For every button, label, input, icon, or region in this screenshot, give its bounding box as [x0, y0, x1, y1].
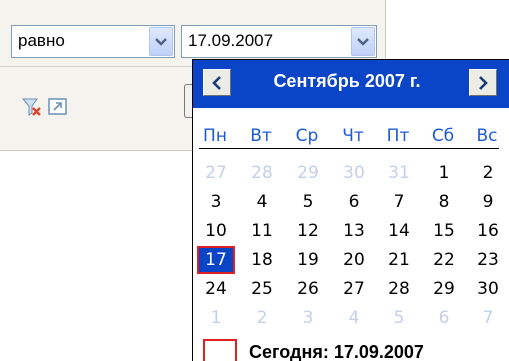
day-cell[interactable]: 6 [335, 188, 373, 216]
operator-dropdown-button[interactable] [149, 27, 173, 56]
chevron-down-icon [357, 38, 369, 46]
calendar-popup: Сентябрь 2007 г. Пн Вт Ср Чт Пт Сб Вс 27 28 29 30… [192, 59, 509, 361]
day-cell[interactable]: 2 [243, 304, 281, 332]
weekday-label: Пт [386, 126, 410, 146]
today-link[interactable]: Сегодня: 17.09.2007 [249, 342, 424, 361]
day-cell[interactable]: 8 [425, 188, 463, 216]
day-cell[interactable]: 13 [335, 217, 373, 245]
day-cell[interactable]: 3 [289, 304, 327, 332]
day-cell[interactable]: 27 [335, 275, 373, 303]
day-cell[interactable]: 7 [469, 304, 507, 332]
day-cell[interactable]: 30 [469, 275, 507, 303]
day-cell[interactable]: 6 [425, 304, 463, 332]
day-cell[interactable]: 1 [197, 304, 235, 332]
month-title: Сентябрь 2007 г. [273, 71, 421, 91]
day-cell[interactable]: 4 [243, 188, 281, 216]
day-cell[interactable]: 29 [425, 275, 463, 303]
expand-arrow-icon [48, 98, 67, 115]
day-cell[interactable]: 28 [380, 275, 418, 303]
funnel-clear-icon [21, 98, 41, 116]
day-cell[interactable]: 21 [380, 246, 418, 274]
day-cell[interactable]: 18 [243, 246, 281, 274]
day-cell[interactable]: 15 [425, 217, 463, 245]
day-cell[interactable]: 29 [289, 159, 327, 187]
next-month-button[interactable] [469, 69, 497, 96]
weekday-label: Сб [431, 126, 455, 146]
date-input[interactable]: 17.09.2007 [181, 25, 377, 58]
day-cell[interactable]: 22 [425, 246, 463, 274]
day-cell[interactable]: 7 [380, 188, 418, 216]
day-cell[interactable]: 14 [380, 217, 418, 245]
day-cell[interactable]: 26 [289, 275, 327, 303]
day-cell[interactable]: 2 [469, 159, 507, 187]
day-cell[interactable]: 4 [335, 304, 373, 332]
weekday-label: Вс [476, 126, 498, 146]
operator-select[interactable]: равно [11, 25, 175, 58]
weekday-label: Чт [342, 126, 364, 146]
date-input-value: 17.09.2007 [188, 31, 274, 50]
day-cell[interactable]: 19 [289, 246, 327, 274]
day-cell[interactable]: 20 [335, 246, 373, 274]
day-cell[interactable]: 24 [197, 275, 235, 303]
clear-filter-button[interactable] [21, 96, 43, 118]
day-cell[interactable]: 11 [243, 217, 281, 245]
day-cell[interactable]: 10 [197, 217, 235, 245]
day-cell[interactable]: 28 [243, 159, 281, 187]
prev-month-button[interactable] [203, 69, 231, 96]
day-cell[interactable]: 9 [469, 188, 507, 216]
day-cell-selected[interactable]: 17 [197, 246, 235, 274]
day-cell[interactable]: 27 [197, 159, 235, 187]
day-cell[interactable]: 1 [425, 159, 463, 187]
weekday-divider [199, 148, 499, 149]
date-dropdown-button[interactable] [351, 27, 375, 56]
weekday-label: Пн [203, 126, 227, 146]
day-cell[interactable]: 23 [469, 246, 507, 274]
expand-button[interactable] [47, 96, 69, 118]
day-cell[interactable]: 3 [197, 188, 235, 216]
chevron-down-icon [155, 38, 167, 46]
chevron-left-icon [212, 76, 221, 90]
today-marker[interactable] [203, 339, 237, 361]
day-cell[interactable]: 25 [243, 275, 281, 303]
day-cell[interactable]: 12 [289, 217, 327, 245]
chevron-right-icon [479, 76, 488, 90]
weekday-label: Ср [295, 126, 319, 146]
weekday-label: Вт [250, 126, 272, 146]
day-cell[interactable]: 31 [380, 159, 418, 187]
day-cell[interactable]: 16 [469, 217, 507, 245]
day-cell[interactable]: 5 [289, 188, 327, 216]
operator-select-value: равно [18, 31, 65, 50]
day-cell[interactable]: 30 [335, 159, 373, 187]
calendar-header: Сентябрь 2007 г. [193, 60, 509, 108]
day-cell[interactable]: 5 [380, 304, 418, 332]
